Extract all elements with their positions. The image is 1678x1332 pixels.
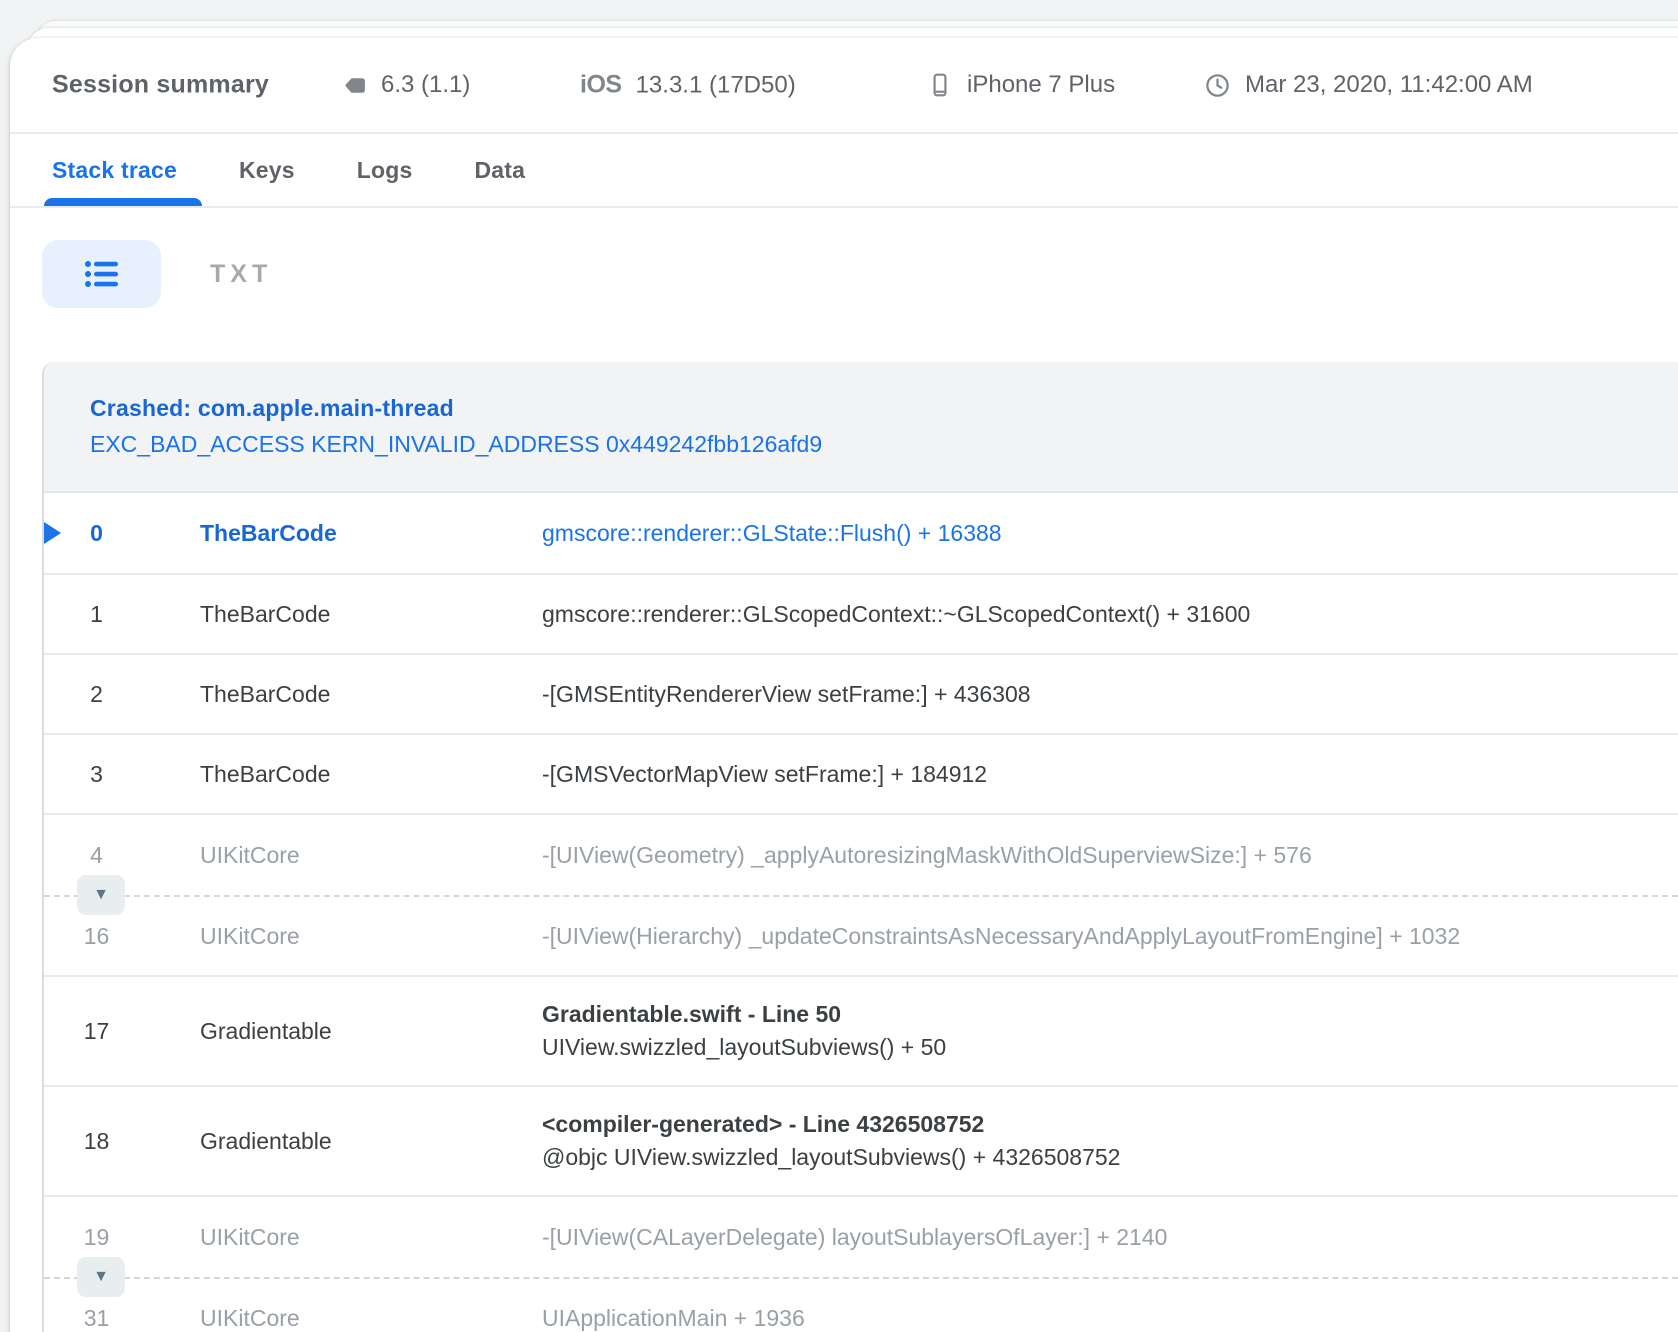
frame-symbol: -[UIView(Geometry) _applyAutoresizingMas… xyxy=(542,839,1678,872)
stack-frame-row[interactable]: 18 Gradientable <compiler-generated> - L… xyxy=(44,1087,1678,1197)
chevron-down-icon: ▼ xyxy=(93,1269,109,1285)
frame-symbol: -[GMSEntityRendererView setFrame:] + 436… xyxy=(542,678,1678,711)
active-tab-indicator xyxy=(44,198,202,206)
stack-frame-row[interactable]: 3 TheBarCode -[GMSVectorMapView setFrame… xyxy=(44,735,1678,815)
crash-exception-subtitle: EXC_BAD_ACCESS KERN_INVALID_ADDRESS 0x44… xyxy=(90,425,1678,463)
stack-frame-row[interactable]: 1 TheBarCode gmscore::renderer::GLScoped… xyxy=(44,575,1678,655)
frame-number: 16 xyxy=(44,923,149,950)
session-timestamp: Mar 23, 2020, 11:42:00 AM xyxy=(1204,71,1533,99)
frame-number: 3 xyxy=(44,761,149,788)
page-title: Session summary xyxy=(52,71,269,100)
os-version-label: 13.3.1 (17D50) xyxy=(636,71,796,99)
frame-symbol-text: -[GMSVectorMapView setFrame:] + 184912 xyxy=(542,758,1678,791)
frame-binary: Gradientable xyxy=(149,1128,542,1155)
stack-frame-row[interactable]: 31 UIKitCore UIApplicationMain + 1936 xyxy=(44,1279,1678,1332)
frame-binary: UIKitCore xyxy=(149,923,542,950)
frame-binary: TheBarCode xyxy=(149,520,542,547)
os-version: iOS 13.3.1 (17D50) xyxy=(580,71,796,100)
stack-frame-row[interactable]: 0 TheBarCode gmscore::renderer::GLState:… xyxy=(44,493,1678,575)
crash-thread-title: Crashed: com.apple.main-thread xyxy=(90,391,1678,425)
crash-banner: Crashed: com.apple.main-thread EXC_BAD_A… xyxy=(44,362,1678,493)
view-toggle-toolbar: TXT xyxy=(10,208,1678,358)
frame-symbol-text: -[UIView(CALayerDelegate) layoutSublayer… xyxy=(542,1221,1678,1254)
frame-number: 2 xyxy=(44,681,149,708)
txt-view-button[interactable]: TXT xyxy=(210,240,272,308)
stack-frame-row[interactable]: 4 UIKitCore -[UIView(Geometry) _applyAut… xyxy=(44,815,1678,895)
frame-binary: TheBarCode xyxy=(149,761,542,788)
app-version: 6.3 (1.1) xyxy=(342,71,470,99)
frame-binary: TheBarCode xyxy=(149,681,542,708)
frame-number: 1 xyxy=(44,601,149,628)
frame-number: 18 xyxy=(44,1128,149,1155)
collapsed-frames-divider: ▼ xyxy=(44,895,1678,897)
frame-symbol-text: -[UIView(Geometry) _applyAutoresizingMas… xyxy=(542,839,1678,872)
frame-symbol: UIApplicationMain + 1936 xyxy=(542,1302,1678,1332)
frame-number: 17 xyxy=(44,1018,149,1045)
app-version-label: 6.3 (1.1) xyxy=(381,71,470,99)
stack-trace-panel: Crashed: com.apple.main-thread EXC_BAD_A… xyxy=(42,362,1678,1332)
clock-icon xyxy=(1204,72,1231,99)
frame-binary: TheBarCode xyxy=(149,601,542,628)
version-tag-icon xyxy=(342,73,367,98)
list-view-button[interactable] xyxy=(42,240,161,308)
frame-symbol: -[UIView(CALayerDelegate) layoutSublayer… xyxy=(542,1221,1678,1254)
frame-symbol: gmscore::renderer::GLState::Flush() + 16… xyxy=(542,517,1678,550)
crashed-frame-marker-icon xyxy=(44,522,61,544)
frame-symbol-file: <compiler-generated> - Line 4326508752 xyxy=(542,1108,1678,1141)
device-model: iPhone 7 Plus xyxy=(927,71,1115,99)
device-model-label: iPhone 7 Plus xyxy=(967,71,1115,99)
frame-binary: UIKitCore xyxy=(149,842,542,869)
stack-frame-row[interactable]: 16 UIKitCore -[UIView(Hierarchy) _update… xyxy=(44,897,1678,977)
frame-binary: UIKitCore xyxy=(149,1305,542,1332)
frame-number: 19 xyxy=(44,1224,149,1251)
frame-symbol: Gradientable.swift - Line 50 UIView.swiz… xyxy=(542,998,1678,1064)
tab-logs[interactable]: Logs xyxy=(357,157,413,184)
frame-symbol-file: Gradientable.swift - Line 50 xyxy=(542,998,1678,1031)
tab-keys[interactable]: Keys xyxy=(239,157,295,184)
phone-icon xyxy=(927,71,953,99)
chevron-down-icon: ▼ xyxy=(93,887,109,903)
frame-number: 31 xyxy=(44,1305,149,1332)
frame-symbol: -[UIView(Hierarchy) _updateConstraintsAs… xyxy=(542,920,1678,953)
frame-symbol-text: @objc UIView.swizzled_layoutSubviews() +… xyxy=(542,1141,1678,1174)
frame-symbol-text: gmscore::renderer::GLState::Flush() + 16… xyxy=(542,517,1678,550)
stack-frame-list: 0 TheBarCode gmscore::renderer::GLState:… xyxy=(44,493,1678,1332)
session-tabs: Stack trace Keys Logs Data xyxy=(10,134,1678,208)
expand-frames-button[interactable]: ▼ xyxy=(77,1257,125,1297)
frame-symbol-text: gmscore::renderer::GLScopedContext::~GLS… xyxy=(542,598,1678,631)
frame-binary: Gradientable xyxy=(149,1018,542,1045)
tab-data[interactable]: Data xyxy=(475,157,526,184)
tab-stack-trace[interactable]: Stack trace xyxy=(52,157,177,184)
stack-frame-row[interactable]: 17 Gradientable Gradientable.swift - Lin… xyxy=(44,977,1678,1087)
frame-number: 4 xyxy=(44,842,149,869)
frame-symbol: <compiler-generated> - Line 4326508752 @… xyxy=(542,1108,1678,1174)
frame-symbol-text: -[UIView(Hierarchy) _updateConstraintsAs… xyxy=(542,920,1678,953)
session-summary-card: Session summary 6.3 (1.1) iOS 13.3.1 (17… xyxy=(10,38,1678,1332)
session-timestamp-label: Mar 23, 2020, 11:42:00 AM xyxy=(1245,71,1533,99)
stack-frame-row[interactable]: 2 TheBarCode -[GMSEntityRendererView set… xyxy=(44,655,1678,735)
frame-symbol-text: UIApplicationMain + 1936 xyxy=(542,1302,1678,1332)
list-view-icon xyxy=(84,259,120,289)
frame-symbol-text: UIView.swizzled_layoutSubviews() + 50 xyxy=(542,1031,1678,1064)
ios-icon: iOS xyxy=(580,71,622,100)
frame-symbol: gmscore::renderer::GLScopedContext::~GLS… xyxy=(542,598,1678,631)
frame-symbol: -[GMSVectorMapView setFrame:] + 184912 xyxy=(542,758,1678,791)
expand-frames-button[interactable]: ▼ xyxy=(77,875,125,915)
frame-binary: UIKitCore xyxy=(149,1224,542,1251)
session-header: Session summary 6.3 (1.1) iOS 13.3.1 (17… xyxy=(10,38,1678,134)
stack-frame-row[interactable]: 19 UIKitCore -[UIView(CALayerDelegate) l… xyxy=(44,1197,1678,1277)
frame-symbol-text: -[GMSEntityRendererView setFrame:] + 436… xyxy=(542,678,1678,711)
collapsed-frames-divider: ▼ xyxy=(44,1277,1678,1279)
